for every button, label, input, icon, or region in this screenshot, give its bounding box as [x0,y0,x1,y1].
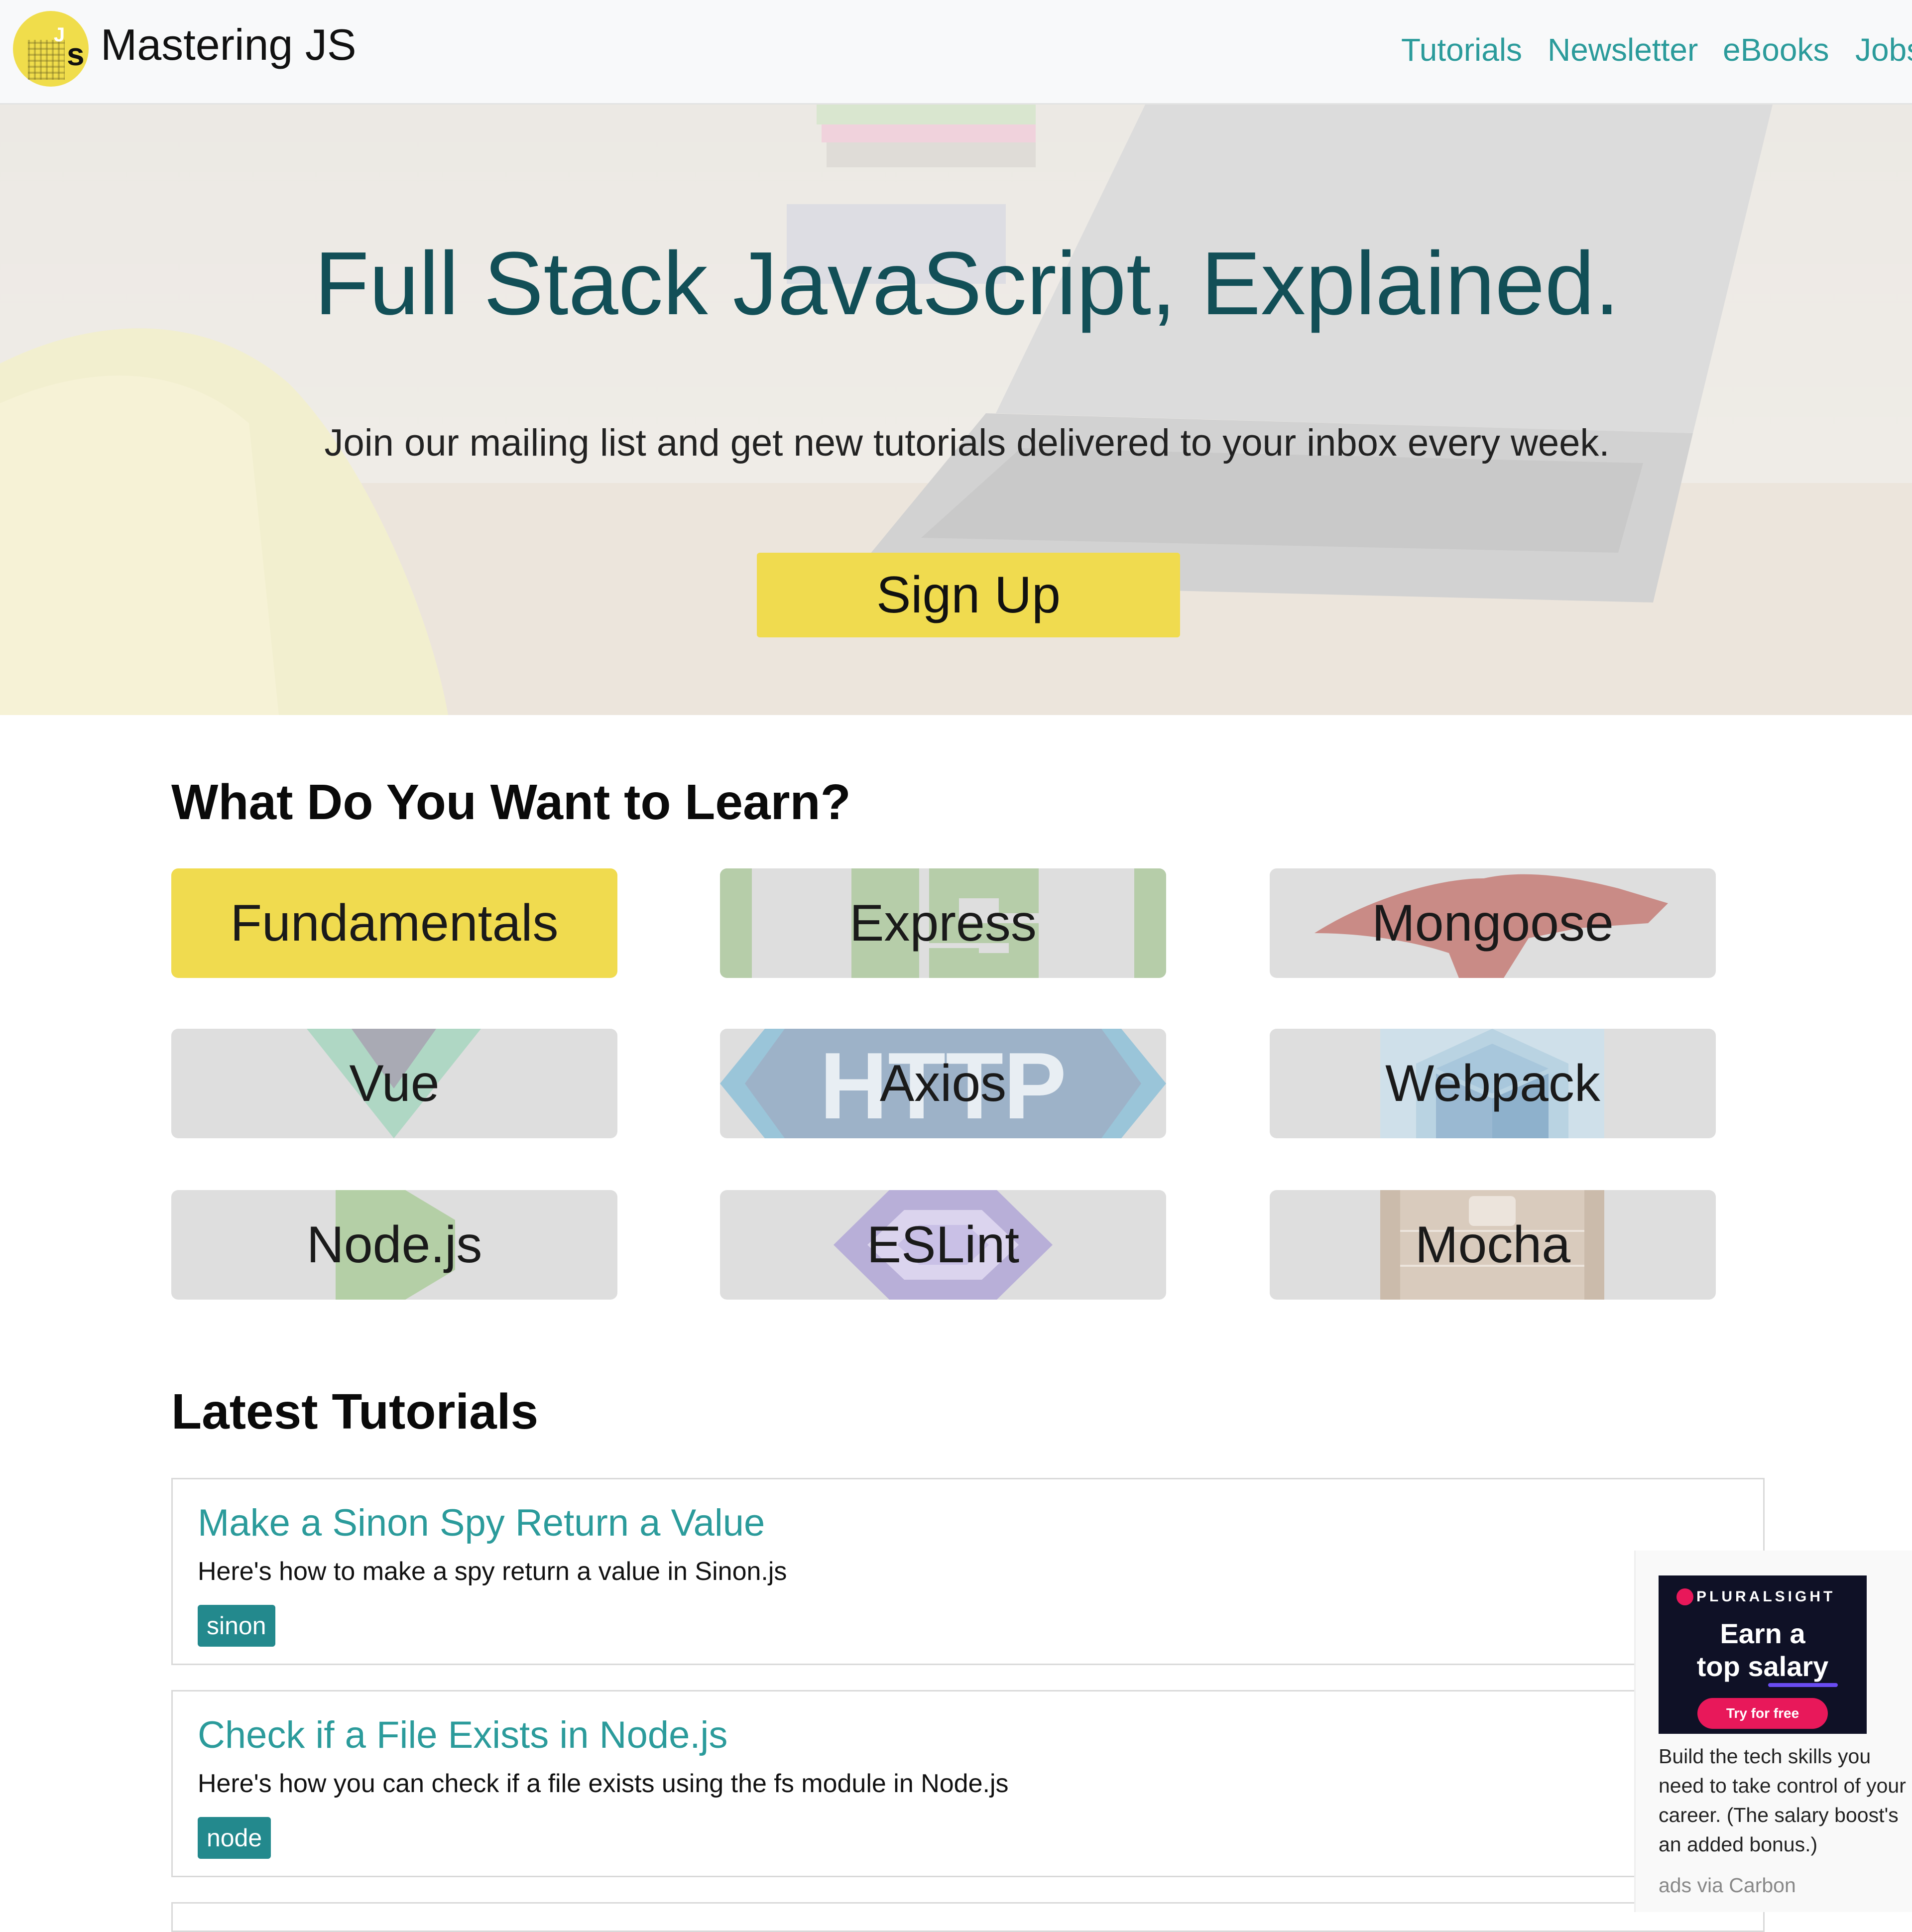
site-header: Js Mastering JS Tutorials Newsletter eBo… [0,0,1912,105]
mastering-js-logo-icon[interactable]: Js [13,11,89,87]
tutorial-title-link[interactable]: Check if a File Exists in Node.js [198,1711,727,1759]
topic-label: Webpack [1385,1055,1600,1112]
topic-axios[interactable]: HTTP Axios [720,1029,1166,1138]
topic-express[interactable]: Express [720,868,1166,978]
topic-label: Node.js [306,1216,482,1274]
tutorial-card: Check if a File Exists in Node.js Here's… [171,1690,1765,1877]
nav-jobs[interactable]: Jobs [1855,30,1912,70]
topic-eslint[interactable]: ESLint [720,1190,1166,1300]
topic-mongoose[interactable]: Mongoose [1270,868,1716,978]
topic-label: Vue [349,1055,440,1112]
topic-label: ESLint [866,1216,1020,1274]
pluralsight-play-icon [1676,1588,1693,1605]
sign-up-button[interactable]: Sign Up [757,553,1180,637]
learn-section-heading: What Do You Want to Learn? [171,774,851,830]
tutorial-card [171,1902,1765,1932]
hero-banner: Full Stack JavaScript, Explained. Join o… [0,105,1912,715]
nav-ebooks[interactable]: eBooks [1723,30,1829,70]
tutorial-title-link[interactable]: Make a Sinon Spy Return a Value [198,1499,765,1547]
carbon-ad: PLURALSIGHT Earn a top salary Try for fr… [1634,1551,1912,1912]
latest-tutorials-heading: Latest Tutorials [171,1384,539,1440]
topic-fundamentals[interactable]: Fundamentals [171,868,617,978]
topic-label: Mocha [1415,1216,1571,1274]
topic-mocha[interactable]: Mocha [1270,1190,1716,1300]
tutorial-card: Make a Sinon Spy Return a Value Here's h… [171,1478,1765,1665]
topic-label: Axios [879,1055,1007,1112]
ad-image[interactable]: PLURALSIGHT Earn a top salary Try for fr… [1659,1575,1867,1734]
tutorial-tag[interactable]: sinon [198,1605,275,1647]
tutorial-description: Here's how you can check if a file exist… [198,1769,1009,1798]
hero-subtitle: Join our mailing list and get new tutori… [324,422,1610,464]
site-brand-name[interactable]: Mastering JS [101,20,357,70]
underline-swoosh-icon [1768,1683,1838,1687]
tutorial-description: Here's how to make a spy return a value … [198,1557,787,1586]
ad-headline: Earn a [1720,1618,1805,1649]
topic-nodejs[interactable]: Node.js [171,1190,617,1300]
ad-headline: top salary [1696,1651,1829,1682]
hero-title: Full Stack JavaScript, Explained. [314,234,1620,334]
ad-brand: PLURALSIGHT [1696,1588,1836,1605]
tutorial-tag[interactable]: node [198,1817,271,1859]
ad-description[interactable]: Build the tech skills you need to take c… [1659,1742,1912,1859]
nav-tutorials[interactable]: Tutorials [1401,30,1522,70]
topic-label: Mongoose [1372,894,1614,952]
ads-via-carbon-link[interactable]: ads via Carbon [1659,1871,1796,1899]
topic-webpack[interactable]: Webpack [1270,1029,1716,1138]
nav-newsletter[interactable]: Newsletter [1548,30,1698,70]
ad-try-for-free-button[interactable]: Try for free [1697,1698,1828,1729]
topic-vue[interactable]: Vue [171,1029,617,1138]
topic-label: Fundamentals [230,894,559,952]
topic-label: Express [849,894,1037,952]
